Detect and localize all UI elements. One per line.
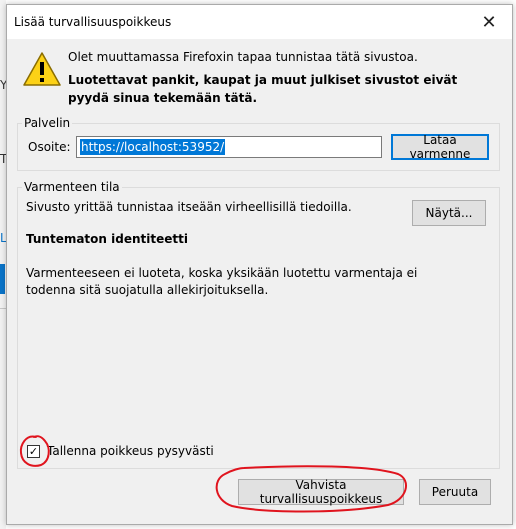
server-group-label: Palvelin: [22, 116, 73, 130]
permanent-exception-checkbox[interactable]: ✓: [27, 445, 40, 458]
unknown-identity-heading: Tuntematon identiteetti: [26, 232, 188, 246]
background-button: [0, 264, 5, 294]
certificate-status-label: Varmenteen tila: [22, 180, 122, 194]
warning-message: Olet muuttamassa Firefoxin tapaa tunnist…: [68, 50, 418, 64]
warning-icon: [23, 52, 61, 86]
close-button[interactable]: ✕: [466, 5, 512, 39]
title-bar: Lisää turvallisuuspoikkeus ✕: [7, 5, 512, 39]
cancel-button[interactable]: Peruuta: [419, 479, 491, 505]
close-icon: ✕: [481, 11, 497, 33]
server-group: Palvelin Osoite: https://localhost:53952…: [17, 116, 500, 171]
certificate-status-text: Sivusto yrittää tunnistaa itseään virhee…: [26, 200, 352, 214]
address-input[interactable]: https://localhost:53952/: [76, 136, 382, 158]
address-value: https://localhost:53952/: [80, 139, 226, 155]
view-certificate-button[interactable]: Näytä...: [412, 200, 486, 226]
certificate-details-text: Varmenteeseen ei luoteta, koska yksikään…: [26, 266, 418, 297]
add-security-exception-dialog: Lisää turvallisuuspoikkeus ✕ Olet muutta…: [6, 4, 513, 525]
warning-message-bold: Luotettavat pankit, kaupat ja muut julki…: [68, 73, 458, 105]
get-certificate-button[interactable]: Lataa varmenne: [391, 133, 489, 161]
certificate-status-group: Varmenteen tila Sivusto yrittää tunnista…: [17, 180, 500, 469]
permanent-exception-label[interactable]: Tallenna poikkeus pysyvästi: [47, 444, 214, 458]
checkmark-icon: ✓: [28, 445, 39, 458]
confirm-exception-button[interactable]: Vahvista turvallisuuspoikkeus: [238, 478, 404, 506]
dialog-title: Lisää turvallisuuspoikkeus: [14, 15, 172, 29]
address-label: Osoite:: [28, 140, 71, 154]
